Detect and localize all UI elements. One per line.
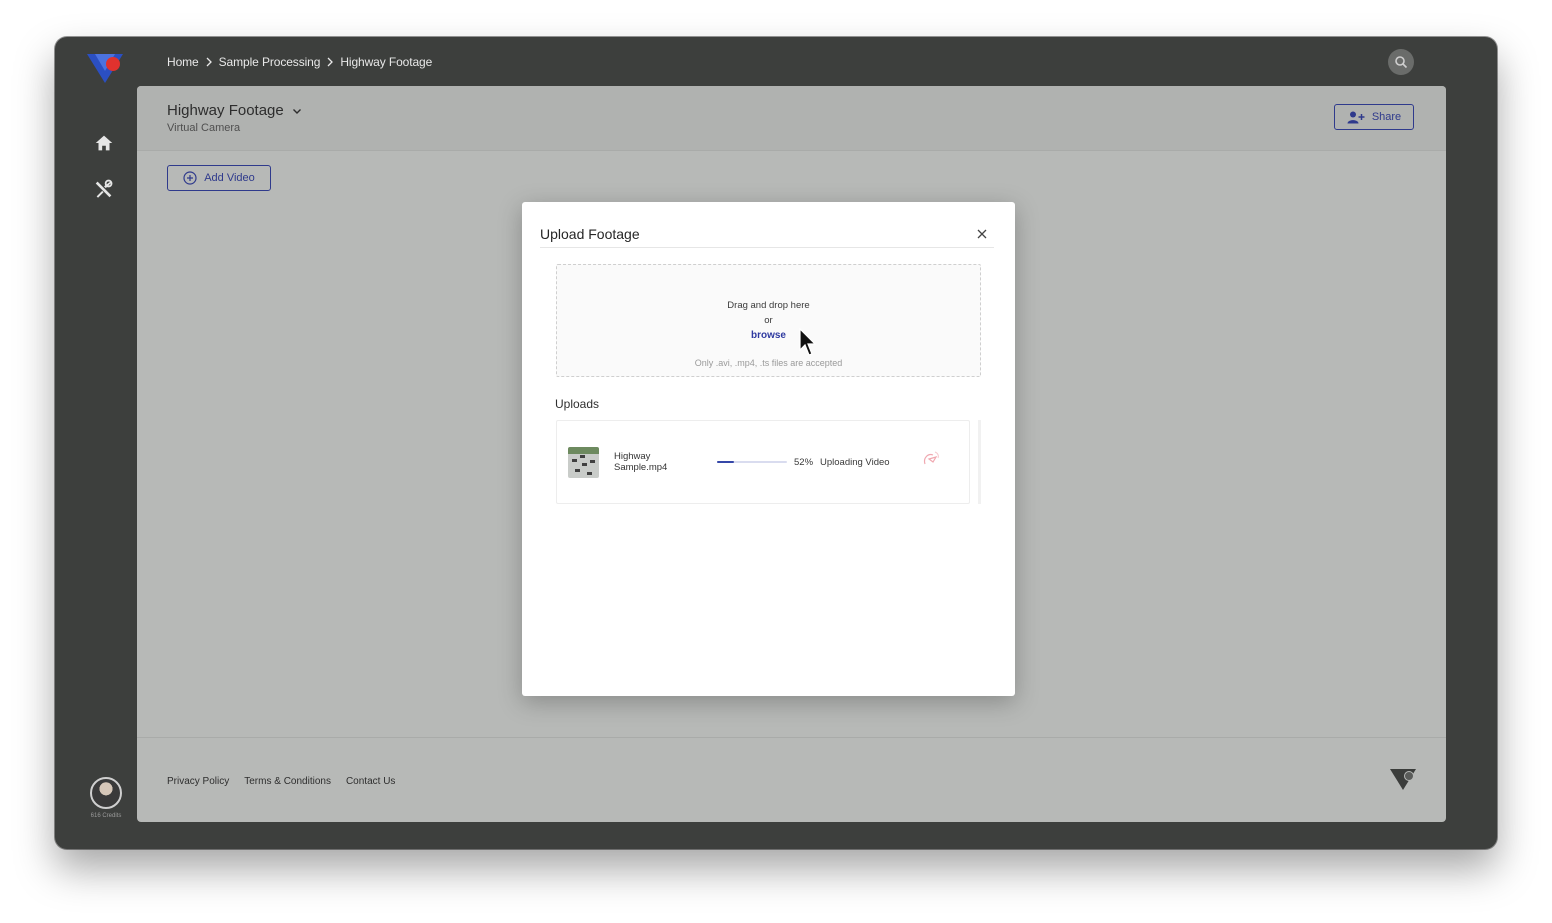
upload-progress-fill	[717, 461, 735, 463]
terms-link[interactable]: Terms & Conditions	[244, 776, 331, 787]
file-dropzone[interactable]: Drag and drop here or browse Only .avi, …	[556, 264, 981, 377]
uploads-heading: Uploads	[555, 397, 600, 411]
dropzone-or: or	[764, 315, 773, 326]
footer-links: Privacy Policy Terms & Conditions Contac…	[167, 776, 395, 787]
upload-footage-modal: Upload Footage Drag and drop here or bro…	[522, 202, 1015, 696]
modal-title: Upload Footage	[540, 226, 640, 242]
upload-item: Highway Sample.mp4 52% Uploading Video	[556, 420, 970, 504]
chevron-right-icon	[206, 57, 212, 67]
upload-progress-percent: 52%	[794, 457, 814, 468]
video-thumbnail	[568, 447, 599, 478]
close-icon	[977, 229, 987, 239]
footer-logo	[1390, 769, 1416, 790]
close-button[interactable]	[974, 226, 990, 242]
project-title[interactable]: Highway Footage	[167, 102, 302, 119]
tools-icon[interactable]	[93, 178, 115, 200]
chevron-down-icon	[292, 108, 301, 114]
app-window: 616 Credits Home Sample Processing Highw…	[55, 37, 1497, 849]
user-avatar[interactable]	[90, 777, 122, 809]
privacy-policy-link[interactable]: Privacy Policy	[167, 776, 229, 787]
home-icon[interactable]	[93, 132, 115, 154]
add-user-icon	[1347, 111, 1365, 123]
breadcrumb-sample-processing[interactable]: Sample Processing	[219, 55, 321, 69]
add-video-button[interactable]: Add Video	[167, 165, 271, 191]
page-header: Highway Footage Virtual Camera Share	[137, 86, 1446, 151]
dropzone-instruction: Drag and drop here	[727, 300, 810, 311]
chevron-right-icon	[327, 57, 334, 67]
page-title: Highway Footage	[167, 102, 284, 119]
mouse-cursor-icon	[799, 328, 817, 356]
uploads-scrollbar[interactable]	[978, 420, 981, 504]
add-video-label: Add Video	[204, 172, 255, 184]
accepted-formats-hint: Only .avi, .mp4, .ts files are accepted	[694, 358, 843, 368]
search-icon	[1395, 56, 1408, 69]
browse-link[interactable]: browse	[557, 330, 980, 341]
share-label: Share	[1371, 111, 1402, 123]
page-subtitle: Virtual Camera	[167, 122, 241, 134]
upload-file-name: Highway Sample.mp4	[614, 451, 668, 473]
breadcrumb-home[interactable]: Home	[167, 55, 199, 69]
plus-circle-icon	[183, 171, 197, 185]
cancel-upload-icon[interactable]	[921, 449, 941, 469]
credits-label: 616 Credits	[90, 813, 122, 819]
share-button[interactable]: Share	[1334, 104, 1414, 130]
contact-link[interactable]: Contact Us	[346, 776, 395, 787]
modal-divider	[540, 247, 994, 248]
upload-progress-bar	[717, 461, 787, 463]
breadcrumb: Home Sample Processing Highway Footage	[167, 55, 432, 69]
search-button[interactable]	[1388, 49, 1414, 75]
app-logo[interactable]	[85, 51, 125, 85]
upload-status: Uploading Video	[820, 457, 890, 468]
page-footer: Privacy Policy Terms & Conditions Contac…	[137, 737, 1446, 822]
breadcrumb-current: Highway Footage	[340, 55, 433, 69]
